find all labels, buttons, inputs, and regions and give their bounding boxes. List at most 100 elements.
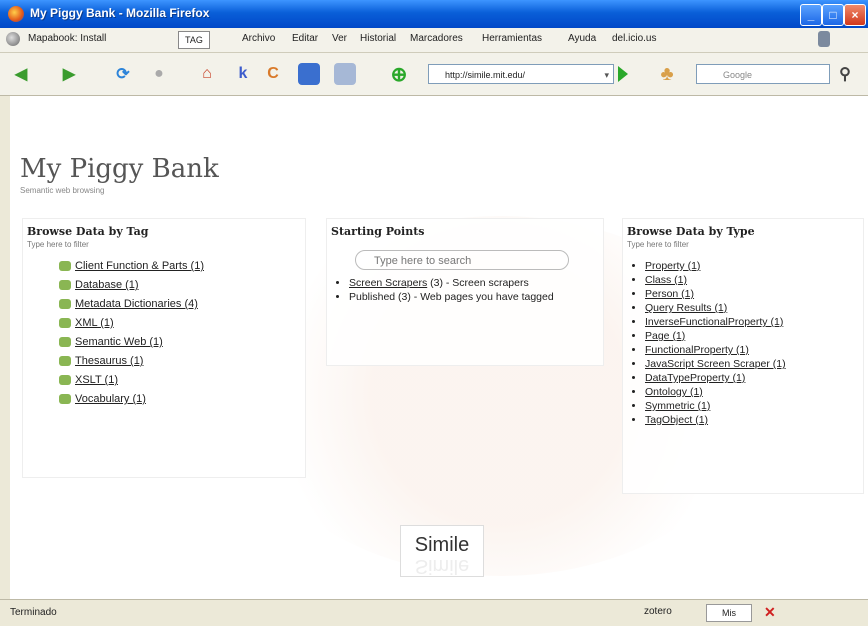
extension-icon[interactable] <box>818 31 830 47</box>
firefox-icon <box>8 6 24 22</box>
statusbar: Terminado zotero Mis ✕ <box>0 599 868 626</box>
types-filter-hint[interactable]: Type here to filter <box>623 240 863 249</box>
page-content: My Piggy Bank Semantic web browsing Brow… <box>10 96 868 599</box>
tag-link[interactable]: Semantic Web (1) <box>75 336 163 348</box>
k-extension-icon[interactable]: k <box>232 63 254 85</box>
menu-ver[interactable]: Ver <box>332 33 347 44</box>
tag-link[interactable]: Database (1) <box>75 279 139 291</box>
page-title: My Piggy Bank <box>20 154 219 184</box>
type-link[interactable]: Person (1) <box>645 288 694 300</box>
piggy-bank-icon[interactable]: ♣ <box>656 63 678 85</box>
list-item: Published (3) - Web pages you have tagge… <box>349 290 603 304</box>
menu-archivo[interactable]: Archivo <box>242 33 275 44</box>
tag-icon <box>59 394 71 405</box>
tag-link[interactable]: Vocabulary (1) <box>75 393 146 405</box>
reload-icon[interactable]: ⟳ <box>112 63 134 85</box>
tag-icon <box>59 375 71 386</box>
type-link[interactable]: Property (1) <box>645 260 700 272</box>
tag-item: Database (1) <box>59 276 305 295</box>
tag-item: Metadata Dictionaries (4) <box>59 295 305 314</box>
maximize-button[interactable]: □ <box>822 4 844 26</box>
menu-herramientas[interactable]: Herramientas <box>482 33 542 44</box>
starting-points-search[interactable]: Type here to search <box>355 250 569 270</box>
tag-link[interactable]: Thesaurus (1) <box>75 355 143 367</box>
tag-link[interactable]: XML (1) <box>75 317 114 329</box>
type-item: DataTypeProperty (1) <box>645 371 863 385</box>
status-button[interactable]: Mis <box>706 604 752 622</box>
tag-link[interactable]: Client Function & Parts (1) <box>75 260 204 272</box>
type-link[interactable]: Ontology (1) <box>645 386 703 398</box>
go-arrow-icon[interactable] <box>618 66 628 82</box>
tag-item: Semantic Web (1) <box>59 333 305 352</box>
type-item: Class (1) <box>645 273 863 287</box>
binoculars-icon[interactable]: ⚲ <box>834 63 856 85</box>
tag-icon <box>59 280 71 291</box>
url-bar[interactable]: http://simile.mit.edu/ ▾ <box>428 64 614 84</box>
type-link[interactable]: DataTypeProperty (1) <box>645 372 745 384</box>
type-link[interactable]: Symmetric (1) <box>645 400 710 412</box>
tag-list: Client Function & Parts (1) Database (1) M… <box>23 257 305 409</box>
type-link[interactable]: Page (1) <box>645 330 685 342</box>
window-title: My Piggy Bank - Mozilla Firefox <box>30 6 210 20</box>
tag-icon <box>59 356 71 367</box>
starting-points-panel: Starting Points Type here to search Scre… <box>326 218 604 366</box>
type-item: TagObject (1) <box>645 413 863 427</box>
starting-points-list: Screen Scrapers (3) - Screen scrapers Pu… <box>327 276 603 304</box>
list-item: Screen Scrapers (3) - Screen scrapers <box>349 276 603 290</box>
tag-item: Thesaurus (1) <box>59 352 305 371</box>
tag-link[interactable]: Metadata Dictionaries (4) <box>75 298 198 310</box>
tag-icon <box>59 261 71 272</box>
type-item: FunctionalProperty (1) <box>645 343 863 357</box>
minimize-button[interactable]: _ <box>800 4 822 26</box>
close-x-icon[interactable]: ✕ <box>764 604 776 621</box>
search-input[interactable]: Google <box>696 64 830 84</box>
tags-panel: Browse Data by Tag Type here to filter C… <box>22 218 306 478</box>
type-link[interactable]: TagObject (1) <box>645 414 708 426</box>
screen-scrapers-link[interactable]: Screen Scrapers <box>349 277 427 289</box>
zotero-label[interactable]: zotero <box>644 606 672 617</box>
menu-marcadores[interactable]: Marcadores <box>410 33 463 44</box>
type-list: Property (1) Class (1) Person (1) Query Res… <box>623 259 863 427</box>
tag-button[interactable]: TAG <box>178 31 210 49</box>
url-text: http://simile.mit.edu/ <box>445 70 526 80</box>
menu-ayuda[interactable]: Ayuda <box>568 33 596 44</box>
screen-extension-icon[interactable] <box>334 63 356 85</box>
add-circle-icon[interactable]: ⊕ <box>388 63 410 86</box>
tag-icon <box>59 337 71 348</box>
menubar: Mapabook: Install TAG Archivo Editar Ver… <box>0 28 868 53</box>
tag-item: XML (1) <box>59 314 305 333</box>
menu-historial[interactable]: Historial <box>360 33 396 44</box>
type-link[interactable]: InverseFunctionalProperty (1) <box>645 316 783 328</box>
tag-link[interactable]: XSLT (1) <box>75 374 118 386</box>
home-icon[interactable]: ⌂ <box>196 63 218 85</box>
url-dropdown-icon[interactable]: ▾ <box>604 65 609 83</box>
menu-delicious[interactable]: del.icio.us <box>612 33 656 44</box>
tag-icon <box>59 299 71 310</box>
menu-mapabook[interactable]: Mapabook: Install <box>28 33 106 44</box>
type-item: Person (1) <box>645 287 863 301</box>
tag-item: XSLT (1) <box>59 371 305 390</box>
grid-extension-icon[interactable] <box>298 63 320 85</box>
forward-arrow-icon[interactable]: ▶ <box>58 63 80 85</box>
type-link[interactable]: FunctionalProperty (1) <box>645 344 749 356</box>
type-link[interactable]: JavaScript Screen Scraper (1) <box>645 358 786 370</box>
window-titlebar: My Piggy Bank - Mozilla Firefox _ □ × <box>0 0 868 28</box>
tag-item: Client Function & Parts (1) <box>59 257 305 276</box>
starting-points-title: Starting Points <box>331 225 425 238</box>
status-text: Terminado <box>10 607 57 618</box>
type-item: Property (1) <box>645 259 863 273</box>
tags-filter-hint[interactable]: Type here to filter <box>23 240 305 249</box>
simile-logo-reflection: Simile <box>414 555 470 577</box>
close-button[interactable]: × <box>844 4 866 26</box>
type-item: Page (1) <box>645 329 863 343</box>
list-item-text: (3) - Screen scrapers <box>427 277 529 289</box>
tags-panel-title: Browse Data by Tag <box>27 225 149 238</box>
page-subtitle: Semantic web browsing <box>20 186 105 195</box>
stop-icon[interactable]: ● <box>148 63 170 85</box>
types-panel: Browse Data by Type Type here to filter … <box>622 218 864 494</box>
menu-editar[interactable]: Editar <box>292 33 318 44</box>
type-link[interactable]: Query Results (1) <box>645 302 727 314</box>
type-link[interactable]: Class (1) <box>645 274 687 286</box>
back-arrow-icon[interactable]: ◀ <box>10 63 32 85</box>
extension-c-icon[interactable]: C <box>262 63 284 85</box>
